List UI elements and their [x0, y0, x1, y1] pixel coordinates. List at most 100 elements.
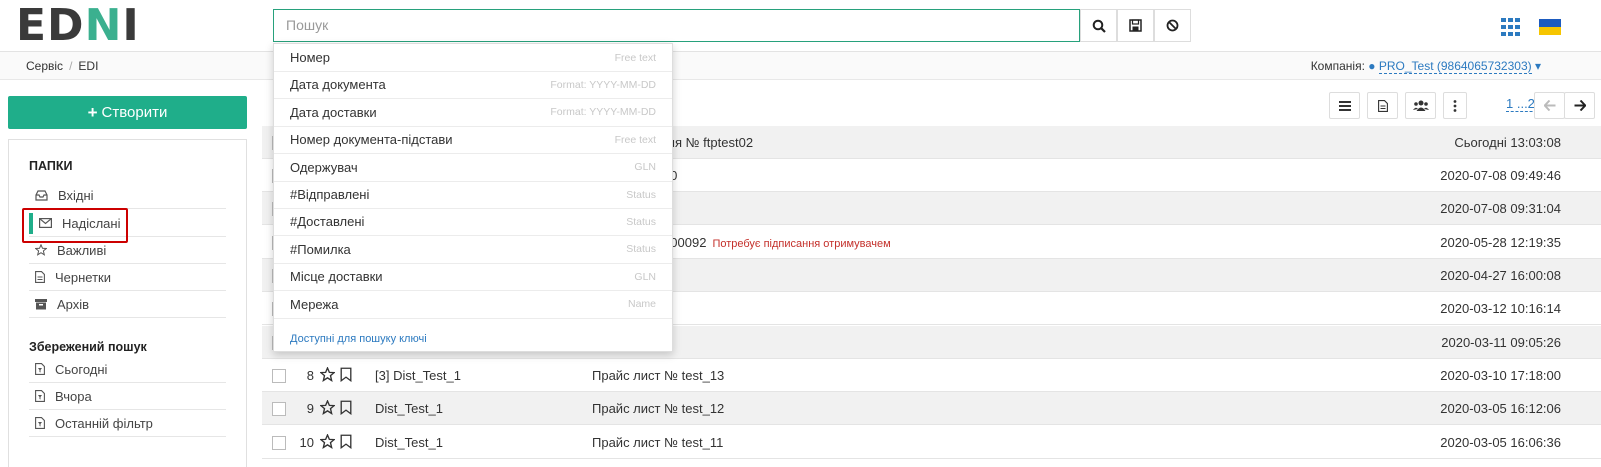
breadcrumb-service[interactable]: Сервіс: [26, 59, 63, 73]
search-key-option[interactable]: Мережа Name: [274, 291, 672, 319]
table-row[interactable]: 10 Dist_Test_1 Прайс лист № test_11 2020-03…: [262, 426, 1601, 459]
search-key-hint: GLN: [634, 270, 656, 283]
more-button[interactable]: [1443, 92, 1467, 119]
search-icon: [1092, 19, 1106, 33]
document-view-button[interactable]: [1367, 92, 1398, 119]
search-key-hint: Format: YYYY-MM-DD: [550, 78, 656, 91]
arrow-left-icon: [1543, 100, 1555, 111]
arrow-right-icon: [1574, 100, 1586, 111]
company-selector[interactable]: Компанія: ● PRO_Test (9864065732303) ▾: [1310, 59, 1541, 74]
highlight-box: [22, 208, 128, 243]
search-key-hint: Status: [626, 243, 656, 256]
ukraine-flag-icon[interactable]: [1539, 19, 1561, 35]
sidebar: ПАПКИ Вхідні Надіслані Важливі Чернетки …: [8, 139, 247, 467]
search-input[interactable]: Пошук: [273, 9, 1080, 42]
breadcrumb-edi[interactable]: EDI: [78, 59, 98, 73]
search-key-label: Номер: [290, 50, 331, 65]
search-key-option[interactable]: Номер Free text: [274, 44, 672, 72]
row-title[interactable]: Прайс лист № test_13: [592, 368, 724, 383]
search-key-option[interactable]: Дата доставки Format: YYYY-MM-DD: [274, 99, 672, 127]
search-button[interactable]: [1080, 9, 1117, 42]
row-title-text: Прайс лист № test_12: [592, 401, 725, 416]
create-button[interactable]: + Створити: [8, 96, 247, 129]
row-date: 2020-04-27 16:00:08: [1440, 268, 1561, 283]
breadcrumb: Сервіс / EDI: [26, 59, 98, 73]
list-view-button[interactable]: [1329, 92, 1360, 119]
table-row[interactable]: 8 [3] Dist_Test_1 Прайс лист № test_13 2020…: [262, 359, 1601, 392]
saved-search-heading: Збережений пошук: [29, 340, 147, 354]
logo-part-n: N: [84, 0, 123, 51]
saved-search-today[interactable]: Сьогодні: [29, 356, 226, 383]
saved-search-label: Вчора: [55, 388, 92, 404]
row-date: 2020-03-05 16:12:06: [1440, 401, 1561, 416]
row-date: 2020-05-28 12:19:35: [1440, 235, 1561, 250]
sidebar-item-drafts[interactable]: Чернетки: [29, 264, 226, 291]
search-keys-dropdown: Номер Free text Дата документа Format: YYYY…: [273, 43, 673, 352]
save-search-button[interactable]: [1117, 9, 1154, 42]
clear-search-button[interactable]: [1154, 9, 1191, 42]
company-label: Компанія:: [1310, 59, 1365, 73]
filter-file-icon: [35, 390, 45, 402]
next-page-button[interactable]: [1564, 92, 1595, 119]
row-title[interactable]: Прайс лист № test_12: [592, 401, 724, 416]
users-icon: [1412, 100, 1429, 111]
sidebar-item-label: Архів: [57, 296, 90, 312]
bookmark-icon[interactable]: [340, 400, 352, 415]
search-key-option[interactable]: #Доставлені Status: [274, 208, 672, 237]
saved-search-label: Останній фільтр: [55, 415, 153, 431]
filter-file-icon: [35, 363, 45, 375]
user-icon: ●: [1368, 59, 1376, 73]
search-key-option[interactable]: Одержувач GLN: [274, 154, 672, 182]
saved-search-last-filter[interactable]: Останній фільтр: [29, 410, 226, 437]
row-sender: Dist_Test_1: [375, 435, 443, 450]
row-date: 2020-03-05 16:06:36: [1440, 435, 1561, 450]
search-keys-footer-link[interactable]: Доступні для пошуку ключі: [290, 333, 427, 345]
row-number: 8: [306, 368, 314, 383]
search-key-option[interactable]: #Помилка Status: [274, 236, 672, 264]
search-key-label: Мережа: [290, 296, 339, 312]
row-sender: Dist_Test_1: [375, 401, 443, 416]
table-row[interactable]: 9 Dist_Test_1 Прайс лист № test_12 2020-03-…: [262, 392, 1601, 425]
row-checkbox[interactable]: [272, 436, 286, 450]
search-key-option[interactable]: #Відправлені Status: [274, 181, 672, 209]
search-key-label: Одержувач: [290, 159, 358, 175]
search-key-hint: Format: YYYY-MM-DD: [550, 106, 656, 119]
apps-grid-icon[interactable]: [1501, 18, 1521, 36]
bookmark-icon[interactable]: [340, 434, 352, 449]
row-date: 2020-03-11 09:05:26: [1441, 335, 1561, 350]
logo[interactable]: EDNI: [16, 4, 140, 48]
header: EDNI Пошук: [0, 0, 1601, 52]
caret-down-icon: ▾: [1534, 59, 1541, 73]
search-key-label: #Доставлені: [290, 214, 365, 230]
sidebar-item-inbox[interactable]: Вхідні: [29, 182, 226, 209]
bookmark-icon[interactable]: [340, 367, 352, 382]
row-title-text: Прайс лист № test_13: [592, 368, 725, 383]
file-icon: [35, 271, 45, 283]
row-checkbox[interactable]: [272, 402, 286, 416]
sidebar-item-label: Важливі: [57, 242, 107, 258]
row-number: 9: [306, 401, 314, 416]
more-vertical-icon: [1453, 99, 1457, 112]
search-key-label: Місце доставки: [290, 269, 383, 285]
star-icon[interactable]: [320, 400, 335, 415]
inbox-icon: [35, 189, 48, 201]
ban-icon: [1166, 19, 1179, 32]
row-checkbox[interactable]: [272, 369, 286, 383]
star-icon[interactable]: [320, 367, 335, 382]
prev-page-button[interactable]: [1534, 92, 1565, 119]
folders-heading: ПАПКИ: [29, 159, 73, 173]
search-key-option[interactable]: Місце доставки GLN: [274, 263, 672, 292]
row-date: 2020-03-10 17:18:00: [1440, 368, 1561, 383]
search-key-option[interactable]: Номер документа-підстави Free text: [274, 126, 672, 155]
breadcrumb-bar: Сервіс / EDI Компанія: ● PRO_Test (9864065…: [0, 52, 1601, 80]
saved-search-yesterday[interactable]: Вчора: [29, 383, 226, 410]
search-key-option[interactable]: Дата документа Format: YYYY-MM-DD: [274, 71, 672, 100]
header-right: [1501, 18, 1561, 36]
star-icon[interactable]: [320, 434, 335, 449]
sidebar-item-archive[interactable]: Архів: [29, 291, 226, 318]
row-title[interactable]: Прайс лист № test_11: [592, 435, 723, 450]
company-name[interactable]: PRO_Test (9864065732303): [1378, 59, 1532, 74]
sidebar-item-label: Чернетки: [55, 269, 112, 285]
groups-button[interactable]: [1405, 92, 1436, 119]
sidebar-item-label: Вхідні: [58, 187, 94, 203]
